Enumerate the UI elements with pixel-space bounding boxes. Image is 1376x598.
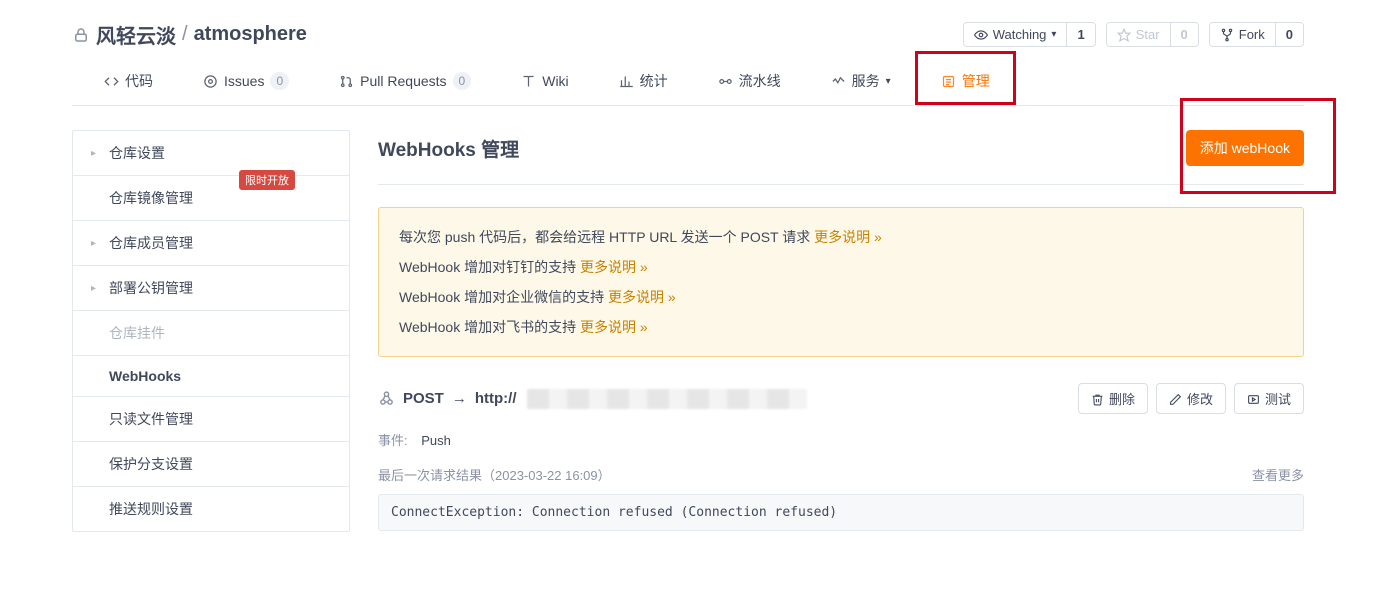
notice-text: WebHook 增加对企业微信的支持 (399, 289, 608, 305)
eye-icon (974, 27, 988, 43)
issues-icon (203, 73, 218, 90)
repo-header: 风轻云淡 / atmosphere Watching ▾ 1 Star (72, 0, 1304, 106)
repo-actions: Watching ▾ 1 Star 0 Fork (963, 22, 1304, 48)
notice-box: 每次您 push 代码后，都会给远程 HTTP URL 发送一个 POST 请求… (378, 207, 1304, 357)
lock-icon (72, 23, 90, 46)
chevron-down-icon: ▾ (886, 76, 891, 87)
star-label: Star (1136, 27, 1160, 42)
pr-icon (339, 73, 354, 90)
repo-title: 风轻云淡 / atmosphere (72, 20, 307, 49)
fork-icon (1220, 27, 1234, 43)
watch-button[interactable]: Watching ▾ 1 (963, 22, 1096, 48)
arrow-icon: → (452, 390, 467, 407)
sidebar-item-protect[interactable]: 保护分支设置 (73, 442, 349, 487)
star-button[interactable]: Star 0 (1106, 22, 1199, 48)
fork-button[interactable]: Fork 0 (1209, 22, 1304, 48)
repo-sep: / (182, 23, 188, 46)
watch-count: 1 (1066, 23, 1094, 46)
code-icon (104, 73, 119, 90)
play-icon (1247, 391, 1260, 406)
sidebar: ▸仓库设置 仓库镜像管理 限时开放 ▸仓库成员管理 ▸部署公钥管理 仓库挂件 W… (72, 130, 350, 532)
view-more-link[interactable]: 查看更多 (1252, 465, 1304, 484)
content: WebHooks 管理 添加 webHook 每次您 push 代码后，都会给远… (378, 130, 1304, 532)
add-webhook-button[interactable]: 添加 webHook (1186, 130, 1304, 166)
tabs: 代码 Issues 0 Pull Requests 0 Wiki 统计 (72, 59, 1304, 105)
notice-text: WebHook 增加对钉钉的支持 (399, 259, 580, 275)
webhook-icon (378, 390, 395, 408)
trash-icon (1091, 391, 1104, 406)
webhook-url-prefix: http:// (475, 390, 517, 407)
notice-link[interactable]: 更多说明 » (814, 229, 882, 245)
chevron-down-icon: ▾ (1051, 29, 1056, 40)
repo-owner[interactable]: 风轻云淡 (96, 20, 176, 49)
chevron-right-icon: ▸ (91, 148, 101, 159)
tab-service[interactable]: 服务 ▾ (821, 59, 901, 105)
edit-button[interactable]: 修改 (1156, 383, 1226, 414)
pr-count: 0 (453, 72, 472, 90)
tab-pipeline[interactable]: 流水线 (708, 59, 791, 105)
test-button[interactable]: 测试 (1234, 383, 1304, 414)
sidebar-item-members[interactable]: ▸仓库成员管理 (73, 221, 349, 266)
fork-count: 0 (1275, 23, 1303, 46)
page-title: WebHooks 管理 (378, 135, 519, 162)
edit-icon (1169, 391, 1182, 406)
manage-icon (941, 73, 956, 90)
notice-link[interactable]: 更多说明 » (580, 319, 648, 335)
webhook-event: 事件: Push (378, 430, 1304, 449)
last-request-result: ConnectException: Connection refused (Co… (378, 494, 1304, 531)
sidebar-item-webhooks[interactable]: WebHooks (73, 356, 349, 397)
tab-issues[interactable]: Issues 0 (193, 59, 299, 105)
sidebar-item-mirror[interactable]: 仓库镜像管理 限时开放 (73, 176, 349, 221)
star-count: 0 (1170, 23, 1198, 46)
tab-pull-requests[interactable]: Pull Requests 0 (329, 59, 481, 105)
wiki-icon (521, 73, 536, 90)
tab-code[interactable]: 代码 (94, 59, 163, 105)
sidebar-item-deploy-keys[interactable]: ▸部署公钥管理 (73, 266, 349, 311)
chevron-right-icon: ▸ (91, 238, 101, 249)
notice-link[interactable]: 更多说明 » (608, 289, 676, 305)
sidebar-item-repo-settings[interactable]: ▸仓库设置 (73, 131, 349, 176)
watch-label: Watching (993, 27, 1047, 42)
sidebar-item-hooks-group[interactable]: 仓库挂件 (73, 311, 349, 356)
webhook-method: POST (403, 390, 444, 407)
notice-link[interactable]: 更多说明 » (580, 259, 648, 275)
repo-name[interactable]: atmosphere (194, 23, 307, 46)
fork-label: Fork (1239, 27, 1265, 42)
last-request-label: 最后一次请求结果（2023-03-22 16:09） (378, 465, 611, 484)
webhook-url: POST → http:// (378, 389, 807, 409)
tab-wiki[interactable]: Wiki (511, 59, 578, 105)
delete-button[interactable]: 删除 (1078, 383, 1148, 414)
pipeline-icon (718, 73, 733, 90)
tab-stats[interactable]: 统计 (609, 59, 678, 105)
tab-manage[interactable]: 管理 (931, 59, 1000, 105)
service-icon (831, 73, 846, 90)
chevron-right-icon: ▸ (91, 283, 101, 294)
sidebar-item-push-rules[interactable]: 推送规则设置 (73, 487, 349, 531)
webhook-item: POST → http:// 删除 修改 测试 事件: Push (378, 383, 1304, 531)
issues-count: 0 (270, 72, 289, 90)
sidebar-item-readonly[interactable]: 只读文件管理 (73, 397, 349, 442)
notice-text: WebHook 增加对飞书的支持 (399, 319, 580, 335)
notice-text: 每次您 push 代码后，都会给远程 HTTP URL 发送一个 POST 请求 (399, 229, 814, 245)
stats-icon (619, 73, 634, 90)
star-icon (1117, 27, 1131, 43)
limited-tag: 限时开放 (239, 170, 295, 190)
webhook-url-redacted (527, 389, 807, 409)
